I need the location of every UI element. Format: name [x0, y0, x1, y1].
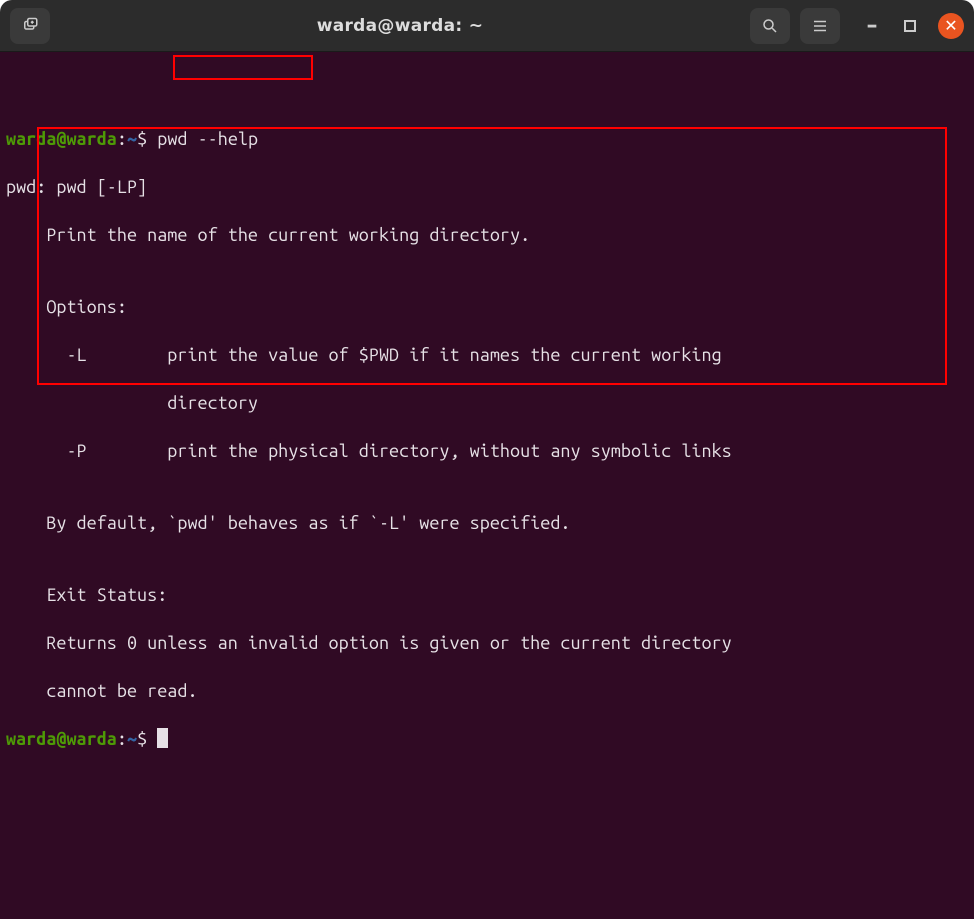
- output-exit-2: cannot be read.: [6, 679, 968, 703]
- prompt-dollar: $: [137, 129, 147, 149]
- close-button[interactable]: ✕: [938, 13, 964, 39]
- command-text: pwd --help: [157, 129, 258, 149]
- prompt-user-host: warda@warda: [6, 129, 117, 149]
- minimize-button[interactable]: –: [862, 16, 882, 36]
- output-options-header: Options:: [6, 295, 968, 319]
- output-exit-1: Returns 0 unless an invalid option is gi…: [6, 631, 968, 655]
- titlebar: warda@warda: ~ –: [0, 0, 974, 52]
- prompt-colon: :: [117, 129, 127, 149]
- output-opt-L-2: directory: [6, 391, 968, 415]
- output-desc: Print the name of the current working di…: [6, 223, 968, 247]
- prompt-line-1: warda@warda:~$ pwd --help: [6, 127, 968, 151]
- terminal-body[interactable]: warda@warda:~$ pwd --help pwd: pwd [-LP]…: [0, 52, 974, 919]
- prompt-colon: :: [117, 729, 127, 749]
- search-icon: [761, 17, 779, 35]
- new-tab-button[interactable]: [10, 8, 50, 44]
- new-tab-icon: [21, 17, 39, 35]
- prompt-user-host: warda@warda: [6, 729, 117, 749]
- close-icon: ✕: [944, 13, 957, 39]
- output-default: By default, `pwd' behaves as if `-L' wer…: [6, 511, 968, 535]
- output-usage: pwd: pwd [-LP]: [6, 175, 968, 199]
- prompt-line-2: warda@warda:~$: [6, 727, 968, 751]
- menu-button[interactable]: [800, 8, 840, 44]
- output-exit-header: Exit Status:: [6, 583, 968, 607]
- cursor: [157, 728, 168, 748]
- window-title: warda@warda: ~: [50, 16, 750, 36]
- output-opt-L-1: -L print the value of $PWD if it names t…: [6, 343, 968, 367]
- output-opt-P: -P print the physical directory, without…: [6, 439, 968, 463]
- highlight-command: [173, 55, 313, 80]
- terminal-window: warda@warda: ~ –: [0, 0, 974, 919]
- hamburger-icon: [811, 17, 829, 35]
- maximize-button[interactable]: [900, 16, 920, 36]
- prompt-path: ~: [127, 129, 137, 149]
- maximize-icon: [903, 19, 917, 33]
- prompt-path: ~: [127, 729, 137, 749]
- prompt-dollar: $: [137, 729, 147, 749]
- search-button[interactable]: [750, 8, 790, 44]
